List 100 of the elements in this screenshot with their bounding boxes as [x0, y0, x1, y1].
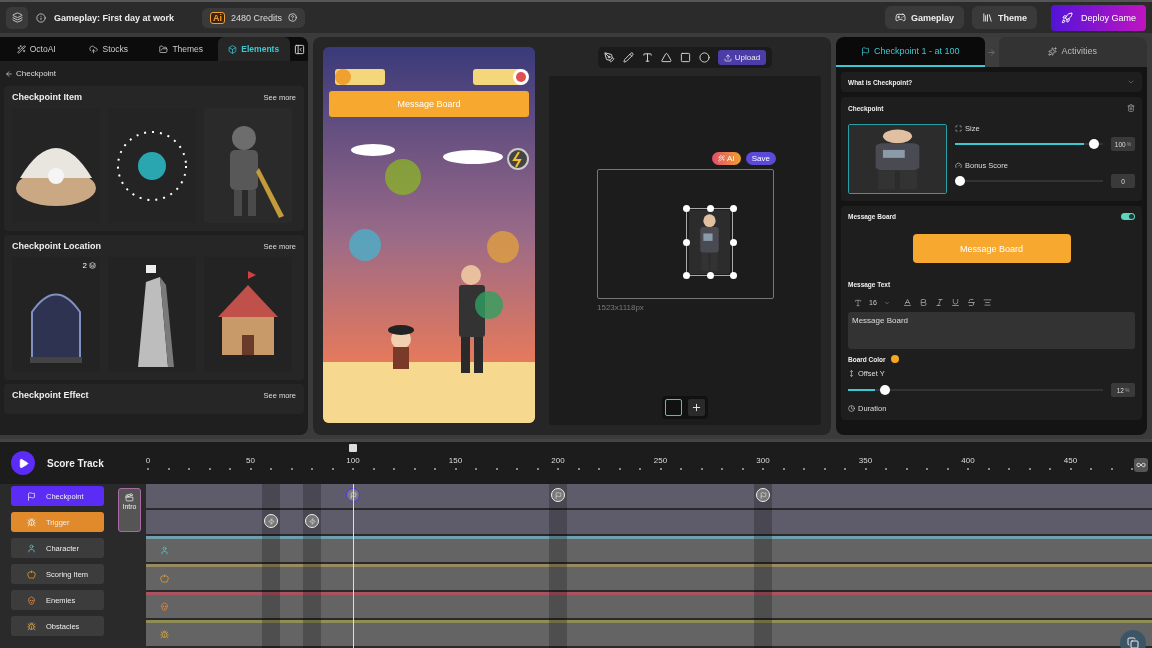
plus-icon: [691, 402, 702, 413]
folder-icon: [159, 44, 169, 54]
panel-tab[interactable]: Stocks: [72, 37, 145, 61]
pen-icon[interactable]: [603, 52, 615, 63]
resize-handle[interactable]: [682, 272, 690, 279]
align-icon[interactable]: [982, 298, 992, 307]
loop-button[interactable]: [1134, 458, 1148, 472]
section-title: Checkpoint Effect: [12, 390, 89, 400]
playhead-handle[interactable]: [349, 444, 357, 452]
panel-tab[interactable]: Elements: [217, 37, 290, 61]
play-button[interactable]: [11, 451, 35, 475]
message-text-field[interactable]: Message Board: [848, 312, 1135, 349]
toggle-switch[interactable]: [1121, 213, 1135, 220]
circle-icon[interactable]: [698, 52, 710, 63]
section-title: Checkpoint Item: [12, 92, 82, 102]
rocket-icon: [1060, 11, 1073, 24]
upload-icon: [723, 53, 732, 62]
tick-label: 300: [756, 456, 770, 465]
apple-icon: [160, 574, 169, 583]
resize-handle[interactable]: [729, 272, 737, 279]
item-count: 2: [82, 261, 96, 270]
arrow-icon: [987, 47, 996, 57]
resize-handle[interactable]: [729, 239, 737, 246]
copy-icon: [1127, 637, 1139, 648]
panel-tab[interactable]: Themes: [145, 37, 218, 61]
collapse-icon[interactable]: [293, 43, 305, 55]
gamepad-icon: [894, 12, 906, 23]
gauge-icon: [955, 162, 962, 169]
magic-wand-icon: [718, 155, 726, 162]
tick-label: 250: [653, 456, 668, 465]
italic-icon[interactable]: [934, 298, 944, 307]
bug-icon: [160, 630, 169, 639]
canvas-dimensions: 1523x1118px: [597, 303, 644, 312]
flag-icon: [860, 46, 870, 56]
triangle-icon[interactable]: [660, 52, 672, 63]
vertical-arrows-icon: [848, 370, 855, 377]
gameplay-button[interactable]: Gameplay: [884, 6, 964, 29]
timeline-title: Score Track: [47, 457, 104, 469]
upload-button[interactable]: Upload: [717, 50, 767, 65]
save-button[interactable]: Save: [745, 152, 776, 165]
layers-icon: [89, 262, 96, 269]
resize-handle[interactable]: [729, 205, 737, 212]
skull-icon: [27, 595, 36, 605]
flag-icon: [554, 491, 562, 499]
clock-icon: [848, 405, 855, 412]
back-arrow-icon: [5, 69, 13, 78]
add-page-button[interactable]: [688, 399, 705, 416]
cube-icon: [228, 44, 238, 54]
theme-button[interactable]: Theme: [971, 6, 1037, 29]
help-icon[interactable]: [288, 13, 298, 22]
apps-icon[interactable]: [11, 12, 23, 23]
skull-icon: [160, 602, 169, 611]
ai-logo: Ai: [210, 11, 226, 24]
credits-count: 2480 Credits: [231, 12, 283, 23]
strikethrough-icon[interactable]: [966, 298, 976, 307]
play-icon: [17, 457, 29, 469]
books-icon: [981, 12, 993, 23]
pencil-icon[interactable]: [622, 52, 634, 63]
infinity-icon: [1136, 460, 1146, 470]
tick-label: 200: [551, 456, 565, 465]
resize-handle[interactable]: [706, 272, 714, 279]
sparkles-icon: [1048, 46, 1058, 56]
apple-icon: [27, 569, 36, 579]
info-icon[interactable]: [36, 12, 46, 23]
message-board-banner: Message Board: [329, 91, 529, 117]
magic-wand-icon: [16, 44, 26, 54]
project-title: Gameplay: First day at work: [54, 12, 175, 23]
bolt-icon: [308, 517, 316, 525]
bug-icon: [27, 517, 36, 527]
flag-icon: [349, 491, 357, 499]
slider-thumb[interactable]: [879, 385, 890, 395]
tick-label: 400: [961, 456, 975, 465]
section-title: Checkpoint Location: [12, 241, 101, 251]
slider-thumb[interactable]: [1088, 139, 1099, 149]
delete-icon[interactable]: [1127, 104, 1135, 112]
deploy-button[interactable]: Deploy Game: [1050, 4, 1146, 31]
panel-tab[interactable]: Activities: [998, 37, 1147, 67]
resize-handle[interactable]: [706, 205, 714, 212]
tick-label: 0: [145, 456, 151, 465]
person-icon: [27, 543, 36, 553]
underline-icon[interactable]: [950, 298, 960, 307]
panel-tab[interactable]: OctoAI: [0, 37, 73, 61]
text-icon[interactable]: [641, 52, 653, 63]
chevron-icon: [1127, 78, 1135, 86]
bolt-icon: [267, 517, 275, 525]
square-icon[interactable]: [679, 52, 691, 63]
cloud-icon: [89, 44, 99, 54]
bold-icon[interactable]: [918, 298, 928, 307]
resize-handle[interactable]: [682, 239, 690, 246]
tick-label: 450: [1063, 456, 1078, 465]
color-swatch[interactable]: [890, 355, 899, 363]
tick-label: 50: [246, 456, 255, 465]
resize-handle[interactable]: [682, 205, 690, 212]
panel-tab[interactable]: Checkpoint 1 - at 100: [836, 37, 985, 67]
text-color-icon[interactable]: [902, 298, 912, 307]
page-thumbnail[interactable]: [665, 399, 682, 416]
back-link[interactable]: Checkpoint: [0, 61, 308, 82]
tick-label: 100: [346, 456, 360, 465]
flag-icon: [759, 491, 767, 499]
slider-thumb[interactable]: [955, 176, 965, 186]
